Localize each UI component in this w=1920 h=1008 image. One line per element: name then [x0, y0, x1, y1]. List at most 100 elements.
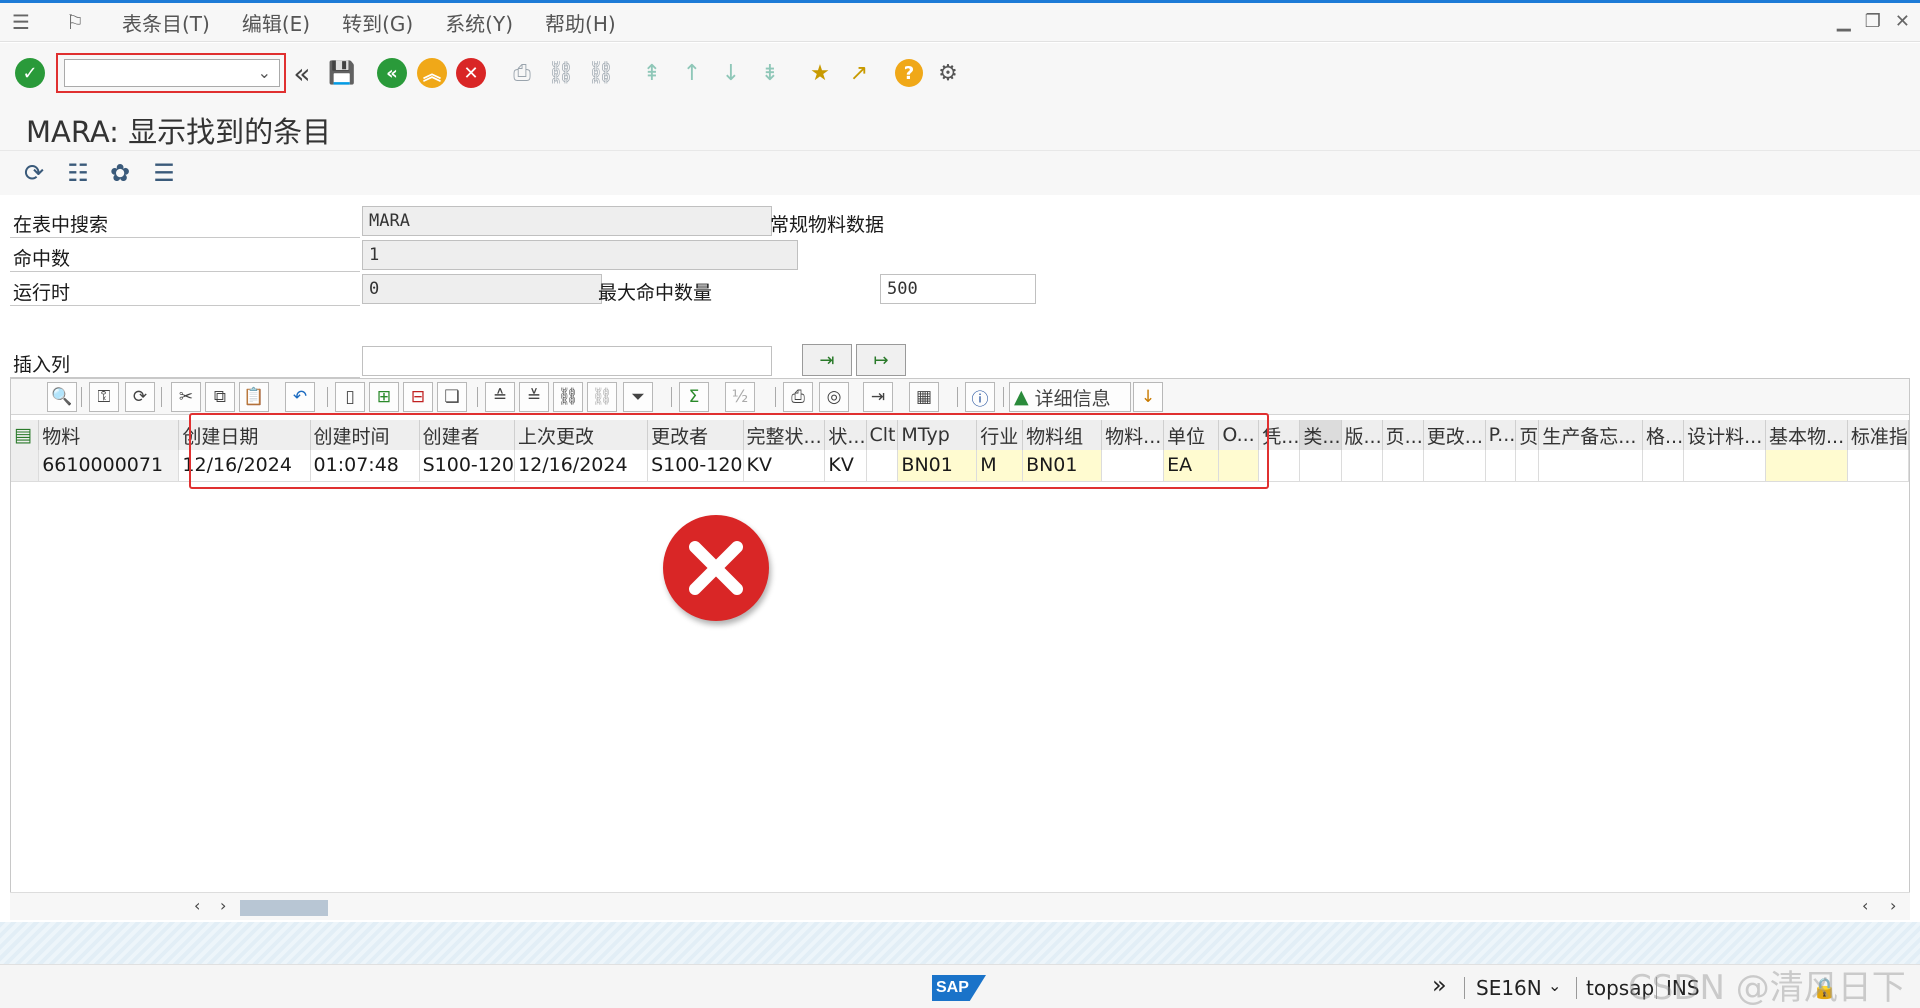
- find-button[interactable]: ⛓: [553, 382, 583, 412]
- table-cell[interactable]: [1382, 450, 1424, 482]
- last-page-button[interactable]: ⇟: [754, 57, 786, 89]
- previous-page-button[interactable]: ↑: [676, 57, 708, 89]
- column-header[interactable]: P...: [1485, 420, 1517, 450]
- create-session-button[interactable]: ★: [804, 57, 836, 89]
- menu-item-edit[interactable]: 编辑(E): [242, 8, 310, 37]
- list-output-button[interactable]: ☰: [148, 157, 180, 189]
- column-header[interactable]: 行业: [976, 420, 1024, 450]
- chevron-down-icon[interactable]: ⌄: [258, 63, 271, 82]
- table-cell[interactable]: KV: [743, 450, 826, 482]
- close-window-icon[interactable]: ✕: [1895, 11, 1910, 32]
- column-header[interactable]: O...: [1218, 420, 1260, 450]
- grid-print-button[interactable]: ⎙: [783, 382, 813, 412]
- chevron-down-icon[interactable]: ⌄: [1548, 976, 1561, 995]
- cut-button[interactable]: ✂: [171, 382, 201, 412]
- double-chevron-right-icon[interactable]: »: [1432, 971, 1447, 999]
- views-button[interactable]: ◎: [819, 382, 849, 412]
- table-cell[interactable]: EA: [1163, 450, 1220, 482]
- back-button[interactable]: «: [376, 57, 408, 89]
- delete-row-button[interactable]: ⊟: [403, 382, 433, 412]
- column-header[interactable]: 上次更改: [514, 420, 649, 450]
- subtotal-button[interactable]: ½: [725, 382, 755, 412]
- table-cell[interactable]: 12/16/2024: [178, 450, 311, 482]
- table-cell[interactable]: [1683, 450, 1766, 482]
- layout-select-button[interactable]: ▦: [909, 382, 939, 412]
- next-page-button[interactable]: ↓: [715, 57, 747, 89]
- menu-item-goto[interactable]: 转到(G): [342, 8, 413, 37]
- command-field[interactable]: ⌄: [64, 59, 280, 87]
- export-button[interactable]: ⇥: [863, 382, 893, 412]
- info-button[interactable]: ⓘ: [965, 382, 995, 412]
- menu-item-help[interactable]: 帮助(H): [545, 8, 616, 37]
- undo-button[interactable]: ↶: [285, 382, 315, 412]
- table-cell[interactable]: M: [976, 450, 1024, 482]
- column-header[interactable]: 页: [1515, 420, 1540, 450]
- check-table-button[interactable]: ⚿: [89, 382, 119, 412]
- table-cell[interactable]: KV: [824, 450, 867, 482]
- new-row-button[interactable]: ▯: [335, 382, 365, 412]
- first-page-button[interactable]: ⇞: [636, 57, 668, 89]
- total-button[interactable]: Σ: [679, 382, 709, 412]
- grid-refresh-button[interactable]: ⟳: [125, 382, 155, 412]
- column-header[interactable]: 类...: [1299, 420, 1342, 450]
- find-next-button[interactable]: ⛓: [585, 57, 617, 89]
- sort-order-button[interactable]: ↓: [1133, 382, 1163, 412]
- table-cell[interactable]: 01:07:48: [310, 450, 420, 482]
- table-cell[interactable]: [1423, 450, 1486, 482]
- column-header[interactable]: Clt: [866, 420, 899, 450]
- shortcut-button[interactable]: ↗: [843, 57, 875, 89]
- copy-button[interactable]: ⧉: [205, 382, 235, 412]
- column-header[interactable]: 凭...: [1258, 420, 1301, 450]
- collapse-toolbar-button[interactable]: «: [286, 57, 318, 90]
- table-row[interactable]: 6610000071 12/16/2024 01:07:48 S100-120 …: [11, 450, 1910, 482]
- cancel-button[interactable]: ✕: [455, 57, 487, 89]
- table-cell[interactable]: 12/16/2024: [514, 450, 649, 482]
- paste-button[interactable]: 📋: [239, 382, 269, 412]
- scroll-left-end-icon[interactable]: ‹: [1862, 896, 1868, 915]
- details-button[interactable]: ▲ 详细信息: [1009, 382, 1131, 412]
- column-header[interactable]: 物料组: [1022, 420, 1103, 450]
- scroll-left-icon[interactable]: ‹: [194, 896, 200, 915]
- restore-icon[interactable]: ❐: [1865, 11, 1881, 32]
- scroll-right-icon[interactable]: ›: [220, 896, 226, 915]
- duplicate-row-button[interactable]: ❏: [437, 382, 467, 412]
- column-header[interactable]: MTyp: [897, 420, 978, 450]
- table-cell[interactable]: [1538, 450, 1644, 482]
- table-cell[interactable]: [1515, 450, 1540, 482]
- minimize-icon[interactable]: ▁: [1837, 11, 1851, 32]
- column-header[interactable]: 标准指: [1847, 420, 1910, 450]
- column-header[interactable]: 创建时间: [310, 420, 420, 450]
- find-button[interactable]: ⛓: [545, 57, 577, 89]
- table-cell[interactable]: [1218, 450, 1260, 482]
- table-cell[interactable]: [1258, 450, 1301, 482]
- pin-icon[interactable]: ⚐: [66, 12, 90, 32]
- column-header[interactable]: 设计料...: [1683, 420, 1766, 450]
- table-cell[interactable]: [1101, 450, 1165, 482]
- scroll-right-end-icon[interactable]: ›: [1890, 896, 1896, 915]
- column-header[interactable]: 更改...: [1423, 420, 1486, 450]
- refresh-button[interactable]: ⟳: [18, 157, 50, 189]
- column-header[interactable]: 页...: [1382, 420, 1424, 450]
- row-selector[interactable]: [11, 450, 40, 482]
- technical-settings-button[interactable]: ✿: [104, 157, 136, 189]
- help-button[interactable]: ?: [893, 57, 925, 89]
- column-header[interactable]: 基本物...: [1765, 420, 1848, 450]
- column-header[interactable]: 创建日期: [178, 420, 311, 450]
- max-hits-input[interactable]: 500: [880, 274, 1036, 304]
- column-selector[interactable]: ▤: [11, 420, 40, 450]
- exit-button[interactable]: ︽: [416, 57, 448, 89]
- menu-item-system[interactable]: 系统(Y): [445, 8, 513, 37]
- table-cell[interactable]: [1299, 450, 1342, 482]
- column-header[interactable]: 更改者: [647, 420, 744, 450]
- column-header[interactable]: 物料...: [1101, 420, 1165, 450]
- insert-row-button[interactable]: ⊞: [369, 382, 399, 412]
- column-header[interactable]: 完整状...: [743, 420, 826, 450]
- horizontal-scrollbar[interactable]: ‹ › ‹ ›: [10, 892, 1910, 920]
- filter-button[interactable]: ⏷: [623, 382, 653, 412]
- insert-column-button[interactable]: ⇥: [802, 344, 852, 376]
- sort-descending-button[interactable]: ≚: [519, 382, 549, 412]
- print-button[interactable]: ⎙: [506, 57, 538, 89]
- column-header[interactable]: 单位: [1163, 420, 1220, 450]
- menu-list-icon[interactable]: ☰: [12, 12, 36, 32]
- table-cell[interactable]: [1341, 450, 1383, 482]
